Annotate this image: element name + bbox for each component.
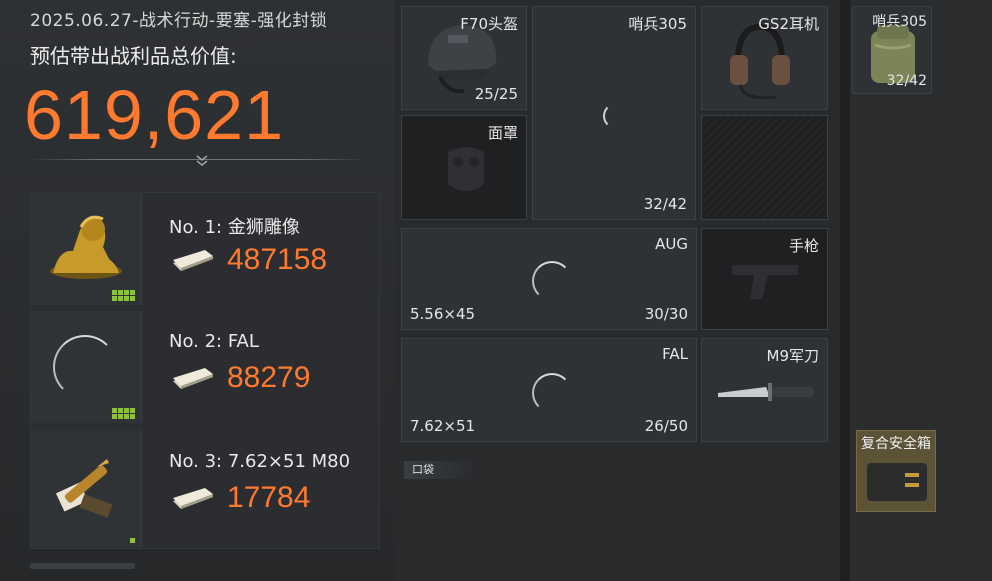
secondary-weapon-slot[interactable]: FAL 7.62×51 26/50: [401, 338, 697, 442]
spinner-icon: [603, 103, 629, 129]
list-item[interactable]: No. 2: FAL 88279: [31, 311, 379, 429]
money-icon: [173, 368, 213, 389]
pistol-slot[interactable]: 手枪: [701, 228, 828, 330]
empty-slot[interactable]: [701, 115, 828, 220]
spinner-icon: [532, 261, 572, 301]
scrollbar[interactable]: [30, 563, 135, 569]
ammo-box-icon: [31, 429, 142, 547]
mask-slot[interactable]: 面罩: [401, 115, 527, 220]
slot-label: 复合安全箱: [861, 436, 931, 452]
item-price: 88279: [227, 361, 311, 394]
slot-label: GS2耳机: [758, 15, 819, 33]
slot-label: 面罩: [487, 124, 518, 142]
item-price: 487158: [227, 243, 328, 276]
slot-label: AUG: [655, 235, 688, 253]
rank-label: No. 1: 金狮雕像: [169, 217, 300, 238]
armor-slot[interactable]: 哨兵305 32/42: [532, 6, 696, 220]
golden-lion-statue-icon: [31, 193, 142, 305]
ammo-type: 5.56×45: [410, 305, 476, 323]
primary-weapon-slot[interactable]: AUG 5.56×45 30/30: [401, 228, 697, 330]
size-badge: [112, 408, 135, 419]
money-icon: [173, 488, 213, 509]
helmet-slot[interactable]: F70头盔 25/25: [401, 6, 527, 110]
ammo-count: 30/30: [644, 305, 688, 323]
rank-label: No. 3: 7.62×51 M80: [169, 451, 351, 472]
total-value: 619,621: [24, 76, 285, 154]
match-info: 2025.06.27-战术行动-要塞-强化封锁: [30, 11, 328, 31]
slot-label: F70头盔: [460, 15, 518, 33]
knife-icon: [718, 383, 814, 401]
durability: 32/42: [643, 195, 687, 213]
slot-label: 哨兵305: [628, 15, 687, 33]
mask-icon: [448, 147, 484, 191]
pistol-icon: [732, 265, 798, 299]
ammo-type: 7.62×51: [410, 417, 476, 435]
spinner-icon: [532, 373, 572, 413]
rank-label: No. 2: FAL: [169, 331, 259, 352]
loading-icon: [31, 311, 142, 423]
spinner-icon: [53, 335, 117, 399]
safe-box-icon: [867, 463, 927, 501]
backpack-slot[interactable]: 哨兵305 32/42: [852, 6, 932, 94]
size-badge: [112, 290, 135, 301]
expand-chevron-icon[interactable]: [194, 153, 210, 169]
durability: 32/42: [886, 73, 927, 89]
durability: 25/25: [474, 85, 518, 103]
value-label: 预估带出战利品总价值:: [30, 44, 237, 68]
melee-slot[interactable]: M9军刀: [701, 338, 828, 442]
panel-divider: [840, 0, 850, 581]
slot-label: FAL: [662, 345, 688, 363]
headset-slot[interactable]: GS2耳机: [701, 6, 828, 110]
list-item[interactable]: No. 3: 7.62×51 M80 17784: [31, 429, 379, 547]
slot-label: M9军刀: [766, 347, 820, 365]
list-item[interactable]: No. 1: 金狮雕像 487158: [31, 193, 379, 311]
ammo-count: 26/50: [644, 417, 688, 435]
pocket-label: 口袋: [404, 461, 474, 479]
item-price: 17784: [227, 481, 311, 514]
slot-label: 手枪: [788, 237, 819, 255]
money-icon: [173, 250, 213, 271]
safe-box-slot[interactable]: 复合安全箱: [856, 430, 936, 512]
top-loot-list: No. 1: 金狮雕像 487158 No. 2: FAL 88279 No. …: [30, 192, 380, 549]
size-badge: [130, 538, 135, 543]
slot-label: 哨兵305: [872, 14, 927, 30]
